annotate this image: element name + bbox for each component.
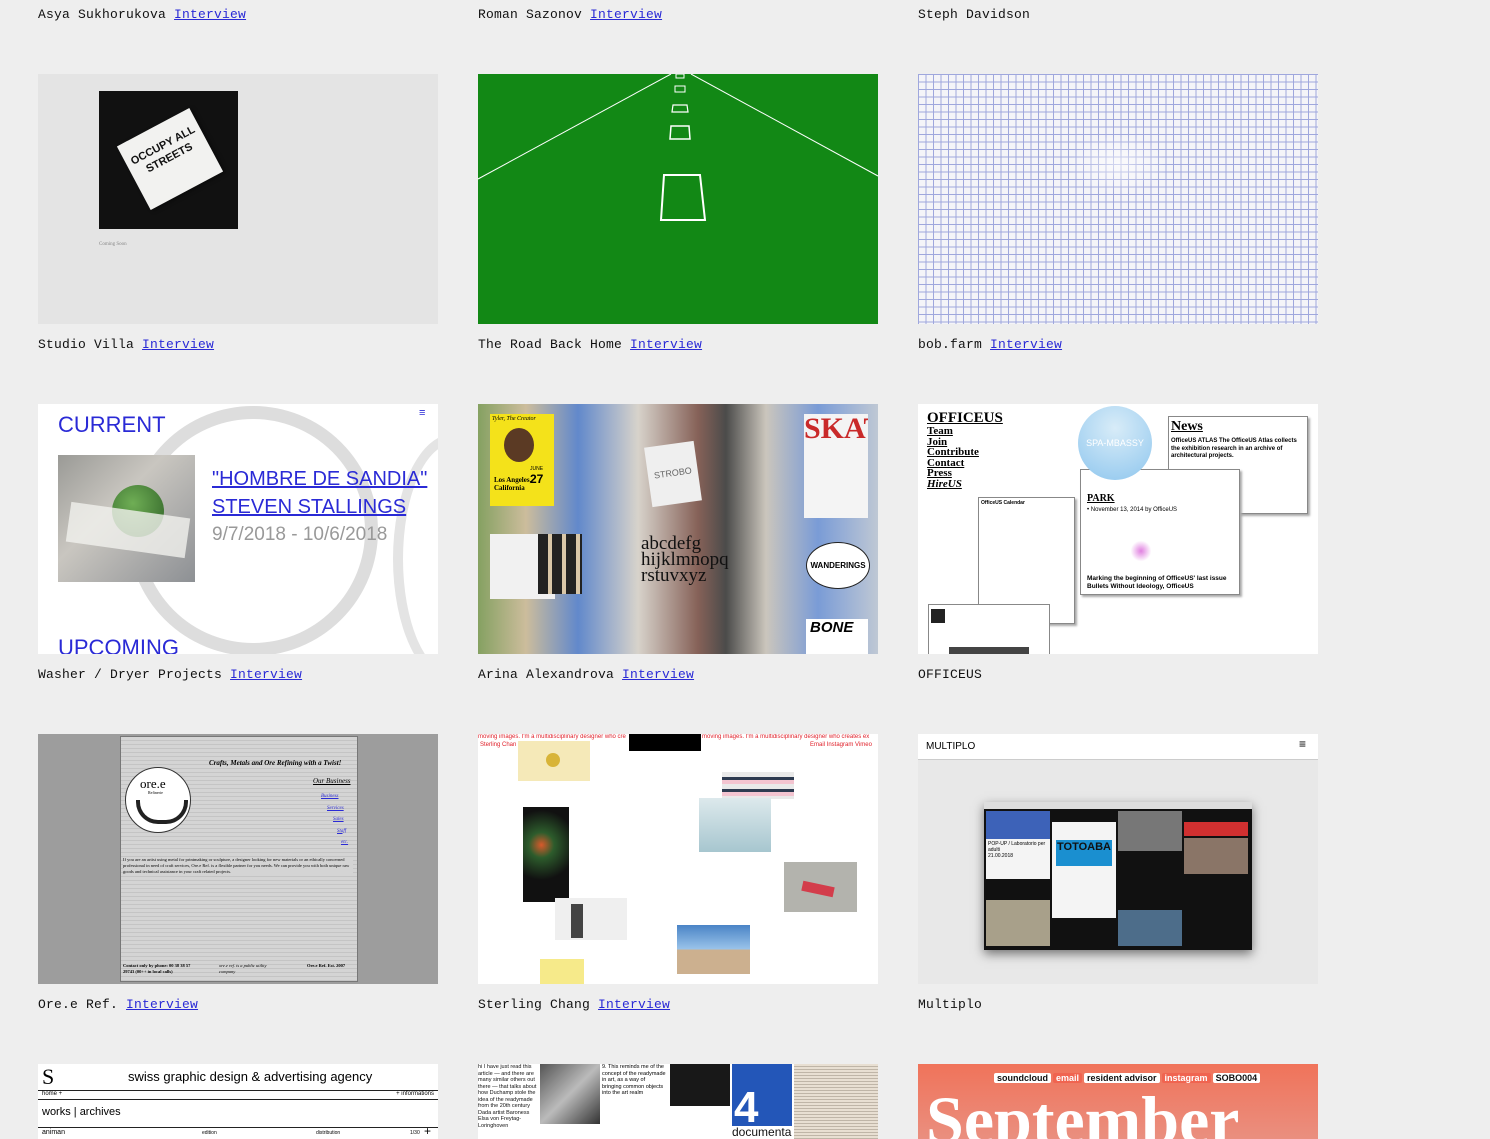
photo-grid bbox=[538, 534, 582, 594]
thumb-oree-ref[interactable]: Crafts, Metals and Ore Refining with a T… bbox=[38, 734, 438, 984]
oree-body-text: If you are an artist using metal for pri… bbox=[123, 857, 353, 875]
nav-etc[interactable]: etc. bbox=[289, 837, 348, 849]
interview-link[interactable]: Interview bbox=[590, 7, 662, 22]
interview-link[interactable]: Interview bbox=[230, 667, 302, 682]
flower-photo bbox=[518, 741, 590, 781]
caption-bob-farm: bob.farm Interview bbox=[918, 337, 1063, 352]
caption-multiplo: Multiplo bbox=[918, 997, 983, 1012]
upcoming-heading: UPCOMING bbox=[58, 635, 179, 654]
nav-staff[interactable]: Staff bbox=[289, 826, 348, 838]
plus-icon[interactable]: + bbox=[424, 1124, 431, 1138]
artist-name-link[interactable]: STEVEN STALLINGS bbox=[212, 496, 406, 519]
menu-item-team[interactable]: Team bbox=[927, 426, 979, 437]
designer-name: Sterling Chan bbox=[480, 742, 517, 748]
works-heading: works | archives bbox=[42, 1106, 121, 1118]
spa-mbassy-badge: SPA-MBASSY bbox=[1078, 406, 1152, 480]
beach-photo bbox=[677, 925, 750, 974]
hamburger-icon[interactable]: ≡ bbox=[1299, 737, 1306, 751]
poster-paper: OCCUPY ALL STREETS bbox=[116, 107, 224, 211]
multiplo-header: MULTIPLO ≡ bbox=[918, 734, 1318, 760]
caption-roman: Roman Sazonov Interview bbox=[478, 7, 663, 22]
swiss-logo-icon: S bbox=[42, 1064, 55, 1089]
documenta-cover: 4 documenta bbox=[732, 1064, 792, 1139]
nav-sales[interactable]: Sales bbox=[289, 814, 348, 826]
interview-link[interactable]: Interview bbox=[174, 7, 246, 22]
oree-logo: ore.e Refinerie bbox=[125, 767, 191, 833]
interview-link[interactable]: Interview bbox=[598, 997, 670, 1012]
seascape-photo bbox=[699, 798, 771, 852]
home-link[interactable]: home + bbox=[42, 1091, 62, 1097]
multiplo-logo: MULTIPLO bbox=[926, 741, 976, 752]
thumb-swiss-agency[interactable]: S swiss graphic design & advertising age… bbox=[38, 1064, 438, 1139]
oree-page: Crafts, Metals and Ore Refining with a T… bbox=[120, 736, 358, 982]
nav-business[interactable]: Business bbox=[289, 791, 348, 803]
caption-washer-dryer: Washer / Dryer Projects Interview bbox=[38, 667, 303, 682]
yellow-photo bbox=[540, 959, 584, 984]
circle-decoration bbox=[393, 434, 438, 654]
poster-yellow: Tyler, The Creator Los Angeles, Californ… bbox=[490, 414, 554, 506]
exhibition-dates: 9/7/2018 - 10/6/2018 bbox=[212, 524, 388, 545]
caption-studio-villa: Studio Villa Interview bbox=[38, 337, 215, 352]
interview-link[interactable]: Interview bbox=[142, 337, 214, 352]
nav-services[interactable]: Services bbox=[289, 803, 348, 815]
thumb-road-back-home[interactable] bbox=[478, 74, 878, 324]
portrait-photo bbox=[555, 898, 627, 940]
interview-link[interactable]: Interview bbox=[622, 667, 694, 682]
wanderings-badge: WANDERINGS bbox=[806, 542, 870, 589]
thumb-officeus[interactable]: OFFICEUS Team Join Contribute Contact Pr… bbox=[918, 404, 1318, 654]
swiss-title: swiss graphic design & advertising agenc… bbox=[128, 1069, 373, 1084]
park-window: PARK • November 13, 2014 by OfficeUS Mar… bbox=[1080, 469, 1240, 595]
poster-image: OCCUPY ALL STREETS bbox=[99, 91, 238, 229]
info-link[interactable]: + informations bbox=[396, 1091, 434, 1097]
floral-poster bbox=[523, 807, 569, 902]
thumb-bob-farm[interactable] bbox=[918, 74, 1318, 324]
typeface-specimen: abcdefg hijklmnopq rstuvxyz bbox=[641, 533, 729, 586]
post-window bbox=[928, 604, 1050, 654]
caption-oree-ref: Ore.e Ref. Interview bbox=[38, 997, 199, 1012]
color-stack-image bbox=[722, 772, 794, 799]
caption-sterling-chang: Sterling Chang Interview bbox=[478, 997, 671, 1012]
interview-link[interactable]: Interview bbox=[630, 337, 702, 352]
thumb-article-collage[interactable]: hi I have just read this article — and t… bbox=[478, 1064, 878, 1139]
menu-item-contribute[interactable]: Contribute bbox=[927, 447, 979, 458]
thumb-multiplo[interactable]: MULTIPLO ≡ POP-UP / Laboratorio per adul… bbox=[918, 734, 1318, 984]
social-links[interactable]: Email Instagram Vimeo bbox=[810, 742, 872, 748]
thumb-sterling-chang[interactable]: moving images. I'm a multidisciplinary d… bbox=[478, 734, 878, 984]
thumb-washer-dryer[interactable]: CURRENT ≡ "HOMBRE DE SANDIA" STEVEN STAL… bbox=[38, 404, 438, 654]
thumb-studio-villa[interactable]: OCCUPY ALL STREETS Coming Soon bbox=[38, 74, 438, 324]
caption-road-back-home: The Road Back Home Interview bbox=[478, 337, 703, 352]
caption-arina: Arina Alexandrova Interview bbox=[478, 667, 695, 682]
thumb-arina[interactable]: Tyler, The Creator Los Angeles, Californ… bbox=[478, 404, 878, 654]
interview-link[interactable]: Interview bbox=[126, 997, 198, 1012]
rug-photo bbox=[784, 862, 857, 912]
oree-nav: Business Services Sales Staff etc. bbox=[289, 791, 348, 849]
grid-distortion bbox=[1068, 134, 1168, 194]
marquee-text: moving images. I'm a multidisciplinary d… bbox=[478, 734, 626, 740]
browser-screenshot: POP-UP / Laboratorio per adulti 21.00.20… bbox=[984, 802, 1252, 950]
current-heading: CURRENT bbox=[58, 412, 166, 437]
officeus-menu: Team Join Contribute Contact Press HireU… bbox=[927, 426, 979, 489]
coming-soon-text: Coming Soon bbox=[99, 242, 127, 247]
artist-photo bbox=[58, 455, 195, 582]
menu-icon[interactable]: ≡ bbox=[419, 407, 425, 419]
exhibition-title[interactable]: "HOMBRE DE SANDIA" bbox=[212, 468, 427, 491]
bone-poster: BONE bbox=[806, 619, 868, 654]
menu-item-hireus[interactable]: HireUS bbox=[927, 478, 979, 490]
shopping-bag: STROBO bbox=[644, 440, 702, 508]
caption-officeus: OFFICEUS bbox=[918, 667, 983, 682]
menu-item-press[interactable]: Press bbox=[927, 468, 979, 479]
road-graphic bbox=[478, 74, 878, 221]
interview-link[interactable]: Interview bbox=[990, 337, 1062, 352]
caption-steph: Steph Davidson bbox=[918, 7, 1031, 22]
september-headline: September bbox=[926, 1082, 1240, 1139]
marquee-text: moving images. I'm a multidisciplinary d… bbox=[702, 734, 870, 740]
thumb-september[interactable]: soundcloud email resident advisor instag… bbox=[918, 1064, 1318, 1139]
black-bar bbox=[629, 734, 701, 751]
caption-asya: Asya Sukhorukova Interview bbox=[38, 7, 247, 22]
skate-poster: SKATE! bbox=[804, 414, 868, 518]
